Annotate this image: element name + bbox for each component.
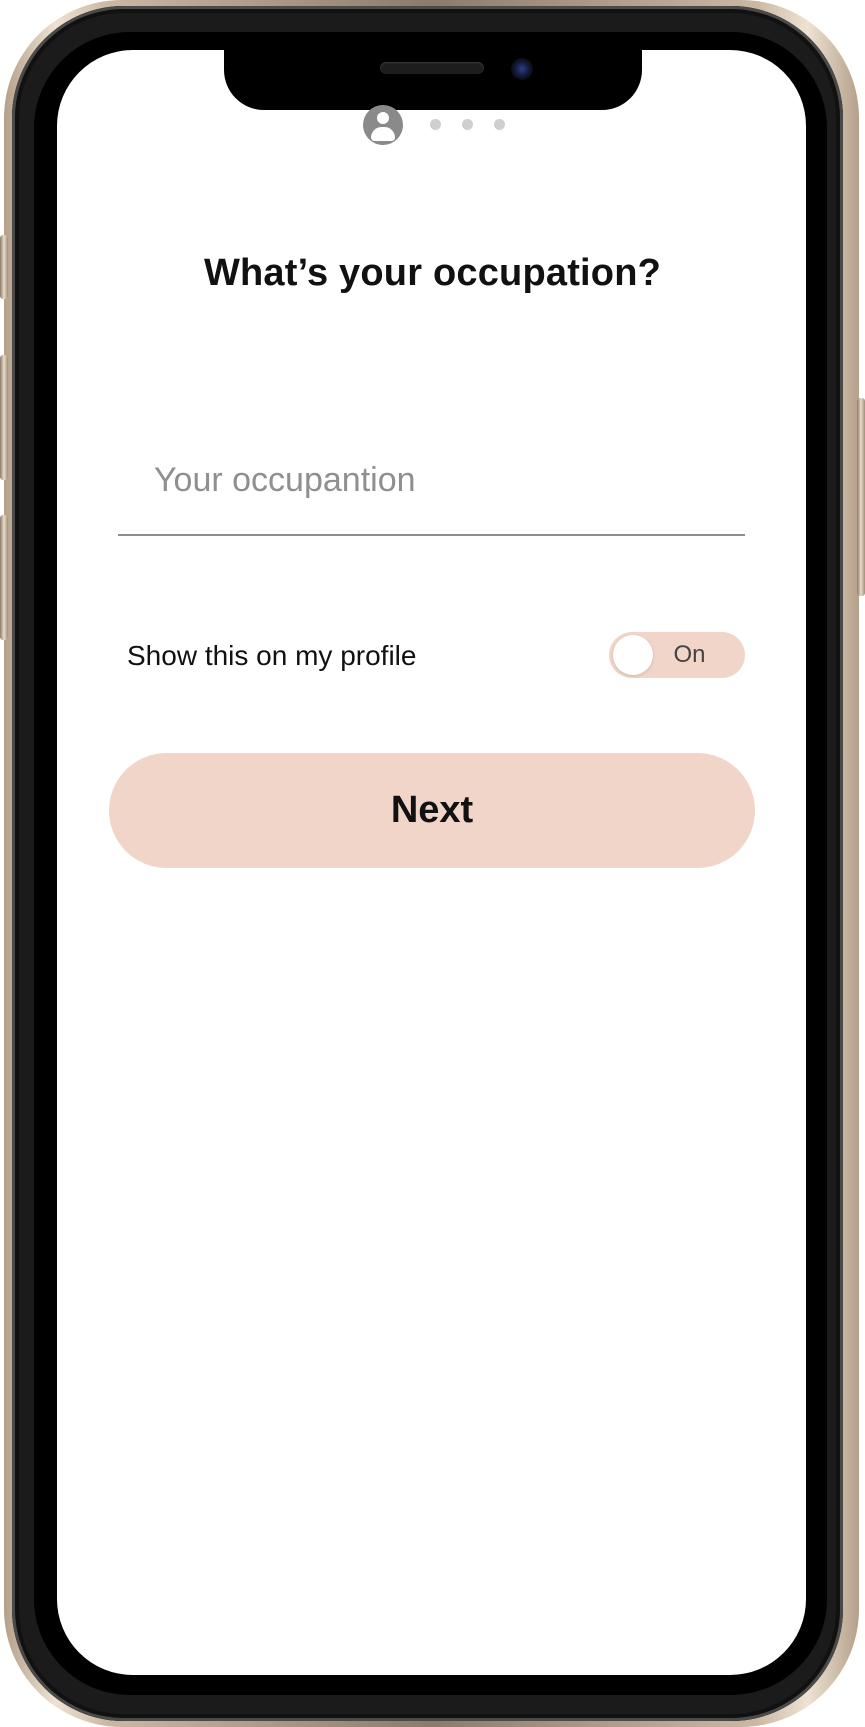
step-progress-indicator — [0, 105, 865, 145]
step-dot — [462, 119, 473, 130]
front-camera — [511, 58, 533, 80]
profile-visibility-row: Show this on my profile On — [118, 630, 745, 680]
show-on-profile-toggle[interactable]: On — [609, 632, 745, 678]
notch — [224, 48, 642, 110]
volume-up-button — [0, 355, 8, 480]
volume-down-button — [0, 515, 8, 640]
occupation-field — [118, 430, 745, 536]
person-circle-icon — [363, 105, 403, 145]
page-title: What’s your occupation? — [203, 252, 662, 294]
step-dot — [494, 119, 505, 130]
speaker-grille — [380, 62, 484, 74]
power-button — [857, 398, 865, 596]
profile-visibility-label: Show this on my profile — [127, 640, 417, 671]
step-dot — [430, 119, 441, 130]
next-button[interactable]: Next — [109, 753, 755, 868]
phone-device: What’s your occupation? Show this on my … — [0, 0, 865, 1727]
toggle-state-text: On — [673, 641, 706, 668]
occupation-input[interactable] — [154, 450, 714, 510]
